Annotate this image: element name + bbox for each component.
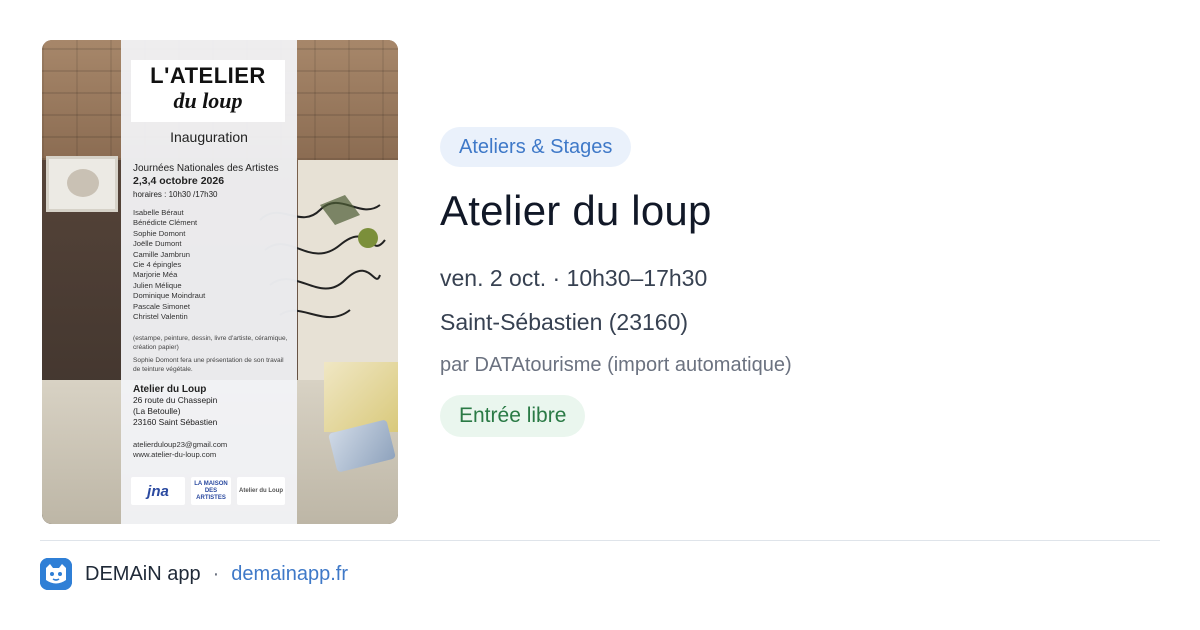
artist-name: Dominique Moindraut [133, 291, 206, 301]
price-badge: Entrée libre [440, 395, 586, 437]
artist-name: Camille Jambrun [133, 249, 190, 259]
event-share-card: L'ATELIER du loup Inauguration Journées … [0, 0, 1200, 630]
artist-name: Isabelle Béraut [133, 208, 184, 217]
app-name: DEMAiN app [85, 562, 201, 585]
poster-subtitle: Inauguration [170, 129, 248, 145]
poster-address-line: (La Betoulle) [133, 406, 181, 416]
artist-name: Pascale Simonet [133, 301, 190, 311]
poster-note-mediums: (estampe, peinture, dessin, livre d'arti… [133, 335, 288, 351]
poster-contact: atelierduloup23@gmail.com www.atelier-du… [133, 440, 289, 461]
poster-sheet: L'ATELIER du loup Inauguration Journées … [121, 40, 297, 524]
framed-artwork [46, 156, 118, 212]
poster-address-line: 23160 Saint Sébastien [133, 417, 218, 427]
poster-website: www.atelier-du-loup.com [133, 450, 217, 460]
event-location: Saint-Sébastien (23160) [440, 309, 689, 335]
poster-note-presentation: Sophie Domont fera une présentation de s… [133, 357, 284, 373]
artist-name: Marjorie Méa [133, 270, 178, 280]
poster-address-line: 26 route du Chassepin [133, 395, 218, 405]
artist-name: Sophie Domont [133, 228, 186, 238]
poster-title-box: L'ATELIER du loup [131, 60, 285, 122]
event-source: par DATAtourisme (import automatique) [440, 354, 792, 376]
demain-app-icon [40, 558, 72, 590]
poster-title-line2: du loup [173, 88, 243, 113]
poster-artist-list: Isabelle Béraut Bénédicte Clément Sophie… [133, 208, 293, 322]
event-title: Atelier du loup [440, 187, 712, 234]
app-domain-link[interactable]: demainapp.fr [231, 563, 348, 586]
poster-venue-name: Atelier du Loup [133, 384, 207, 395]
poster-event-name: Journées Nationales des Artistes [133, 163, 279, 174]
poster-email: atelierduloup23@gmail.com [133, 440, 228, 449]
footer-separator: · [212, 562, 220, 585]
poster-title-line1: L'ATELIER [150, 63, 266, 88]
poster-logos: jna LA MAISON DES ARTISTES Atelier du Lo… [131, 474, 287, 508]
poster-event-hours: horaires : 10h30 /17h30 [133, 190, 218, 199]
artist-name: Joëlle Dumont [133, 239, 182, 249]
artist-name: Julien Mélique [133, 280, 182, 290]
footer: DEMAiN app · demainapp.fr [40, 558, 348, 590]
poster-address: Atelier du Loup 26 route du Chassepin (L… [133, 384, 289, 428]
artist-name: Christel Valentin [133, 312, 188, 322]
poster-event-info: Journées Nationales des Artistes 2,3,4 o… [133, 162, 293, 201]
atelier-du-loup-logo: Atelier du Loup [237, 477, 285, 505]
poster-event-dates: 2,3,4 octobre 2026 [133, 175, 225, 187]
event-datetime: ven. 2 oct. · 10h30–17h30 [440, 265, 708, 291]
maison-des-artistes-logo: LA MAISON DES ARTISTES [191, 477, 231, 505]
footer-divider [40, 540, 1160, 541]
event-poster-image: L'ATELIER du loup Inauguration Journées … [42, 40, 398, 524]
jna-logo: jna [131, 477, 185, 505]
category-badge[interactable]: Ateliers & Stages [440, 127, 632, 167]
artist-name: Bénédicte Clément [133, 218, 198, 228]
artist-name: Cie 4 épingles [133, 260, 182, 270]
